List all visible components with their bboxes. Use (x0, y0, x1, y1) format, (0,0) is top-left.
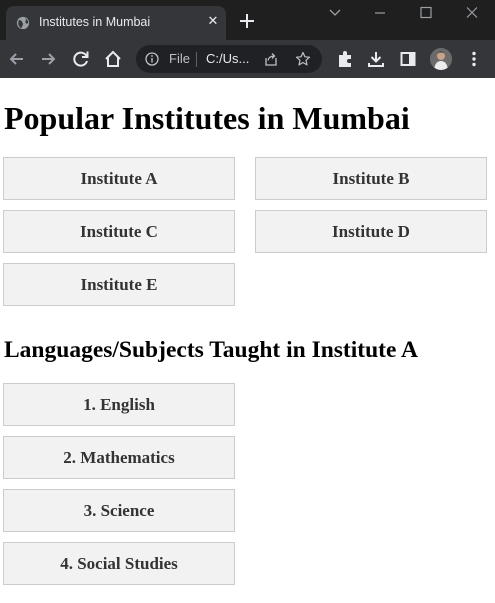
subjects-heading: Languages/Subjects Taught in Institute A (4, 337, 418, 363)
tab-strip: Institutes in Mumbai ✕ (0, 0, 495, 40)
globe-icon (16, 16, 30, 30)
reload-icon[interactable] (71, 49, 91, 69)
download-icon[interactable] (366, 49, 386, 69)
address-divider (196, 52, 197, 67)
side-panel-icon[interactable] (398, 49, 418, 69)
extensions-puzzle-icon[interactable] (335, 49, 355, 69)
minimize-icon[interactable] (370, 6, 390, 20)
institute-card[interactable]: Institute B (255, 157, 487, 200)
subject-card[interactable]: 2. Mathematics (3, 436, 235, 479)
subject-card[interactable]: 1. English (3, 383, 235, 426)
address-bar[interactable]: File C:/Us... (136, 45, 322, 73)
institute-card[interactable]: Institute E (3, 263, 235, 306)
maximize-icon[interactable] (416, 6, 436, 20)
browser-tab[interactable]: Institutes in Mumbai ✕ (6, 6, 226, 40)
subject-card[interactable]: 3. Science (3, 489, 235, 532)
institute-card[interactable]: Institute A (3, 157, 235, 200)
info-icon[interactable] (145, 52, 159, 66)
close-tab-icon[interactable]: ✕ (204, 13, 222, 31)
new-tab-icon[interactable] (237, 11, 257, 31)
address-url[interactable]: C:/Us... (206, 51, 249, 66)
share-icon[interactable] (263, 51, 279, 67)
back-arrow-icon[interactable] (7, 49, 27, 69)
home-icon[interactable] (103, 49, 123, 69)
bookmark-star-icon[interactable] (295, 51, 311, 67)
institute-card[interactable]: Institute D (255, 210, 487, 253)
close-window-icon[interactable] (462, 6, 482, 20)
profile-avatar[interactable] (430, 48, 452, 70)
page-title: Popular Institutes in Mumbai (4, 100, 410, 136)
tab-title: Institutes in Mumbai (39, 15, 151, 29)
tab-search-chevron-icon[interactable] (325, 6, 345, 20)
subject-card[interactable]: 4. Social Studies (3, 542, 235, 585)
page-viewport: Popular Institutes in Mumbai Institute A… (0, 78, 495, 603)
address-scheme-label: File (169, 51, 190, 66)
institute-card[interactable]: Institute C (3, 210, 235, 253)
more-menu-icon[interactable] (464, 49, 484, 69)
forward-arrow-icon[interactable] (38, 49, 58, 69)
